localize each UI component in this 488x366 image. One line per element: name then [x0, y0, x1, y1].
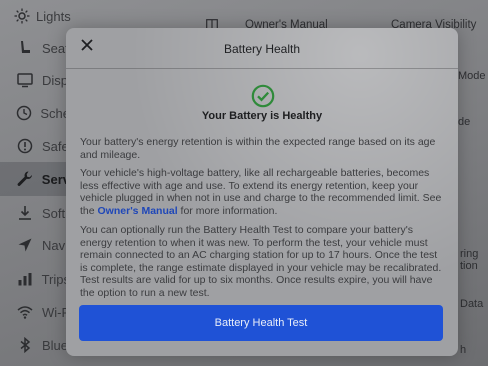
navigation-icon [14, 236, 36, 254]
sidebar-item-label: Disp [42, 72, 69, 88]
sidebar-item-label: Safe [42, 138, 69, 154]
background-text: de [458, 116, 471, 128]
sidebar-item-lights[interactable]: Lights [0, 0, 71, 32]
wifi-icon [14, 303, 36, 321]
safety-icon [14, 137, 36, 155]
button-label: Battery Health Test [214, 317, 308, 329]
sidebar-item-trips[interactable]: Trips [0, 263, 70, 295]
battery-health-test-button[interactable]: Battery Health Test [79, 305, 443, 341]
schedule-icon [14, 104, 34, 122]
sidebar-item-label: Lights [36, 8, 71, 24]
sidebar-item-wifi[interactable]: Wi-F [0, 296, 70, 328]
sidebar-item-seat[interactable]: Seat [0, 32, 70, 64]
status-title: Your Battery is Healthy [201, 110, 323, 122]
sidebar-item-label: Seat [42, 40, 69, 56]
background-text: ring [460, 248, 479, 260]
battery-health-dialog: Battery Health Your Battery is Healthy Y… [66, 28, 458, 356]
download-icon [14, 204, 36, 222]
divider [66, 68, 458, 69]
sidebar-item-safety[interactable]: Safe [0, 130, 70, 162]
settings-sidebar: Lights Seat Disp Sche Safe Serv Soft Nav… [0, 0, 71, 366]
test-info-paragraph: You can optionally run the Battery Healt… [80, 224, 442, 299]
sidebar-item-service[interactable]: Serv [0, 162, 70, 196]
paragraph-text: for more information. [177, 204, 278, 217]
check-circle-icon [251, 84, 275, 108]
sidebar-item-label: Soft [42, 205, 66, 221]
background-text: h [460, 344, 467, 356]
retention-paragraph: Your battery's energy retention is withi… [80, 136, 436, 161]
seat-icon [14, 39, 36, 57]
lights-icon [14, 7, 30, 25]
sidebar-item-label: Navi [42, 237, 69, 253]
display-icon [14, 71, 36, 89]
battery-care-paragraph: Your vehicle's high-voltage battery, lik… [80, 167, 446, 217]
bluetooth-icon [14, 336, 36, 354]
background-text: Data [460, 298, 484, 310]
sidebar-item-navigation[interactable]: Navi [0, 229, 70, 261]
sidebar-item-label: Blue [42, 337, 69, 353]
owners-manual-inline-link[interactable]: Owner's Manual [98, 205, 178, 217]
wrench-icon [14, 170, 36, 188]
trips-icon [14, 270, 36, 288]
background-text: Mode [458, 70, 486, 82]
background-text: tion [460, 260, 478, 272]
sidebar-item-bluetooth[interactable]: Blue [0, 329, 70, 361]
sidebar-item-schedule[interactable]: Sche [0, 97, 70, 129]
sidebar-item-display[interactable]: Disp [0, 64, 70, 96]
sidebar-item-software[interactable]: Soft [0, 197, 70, 229]
dialog-title: Battery Health [223, 42, 301, 56]
